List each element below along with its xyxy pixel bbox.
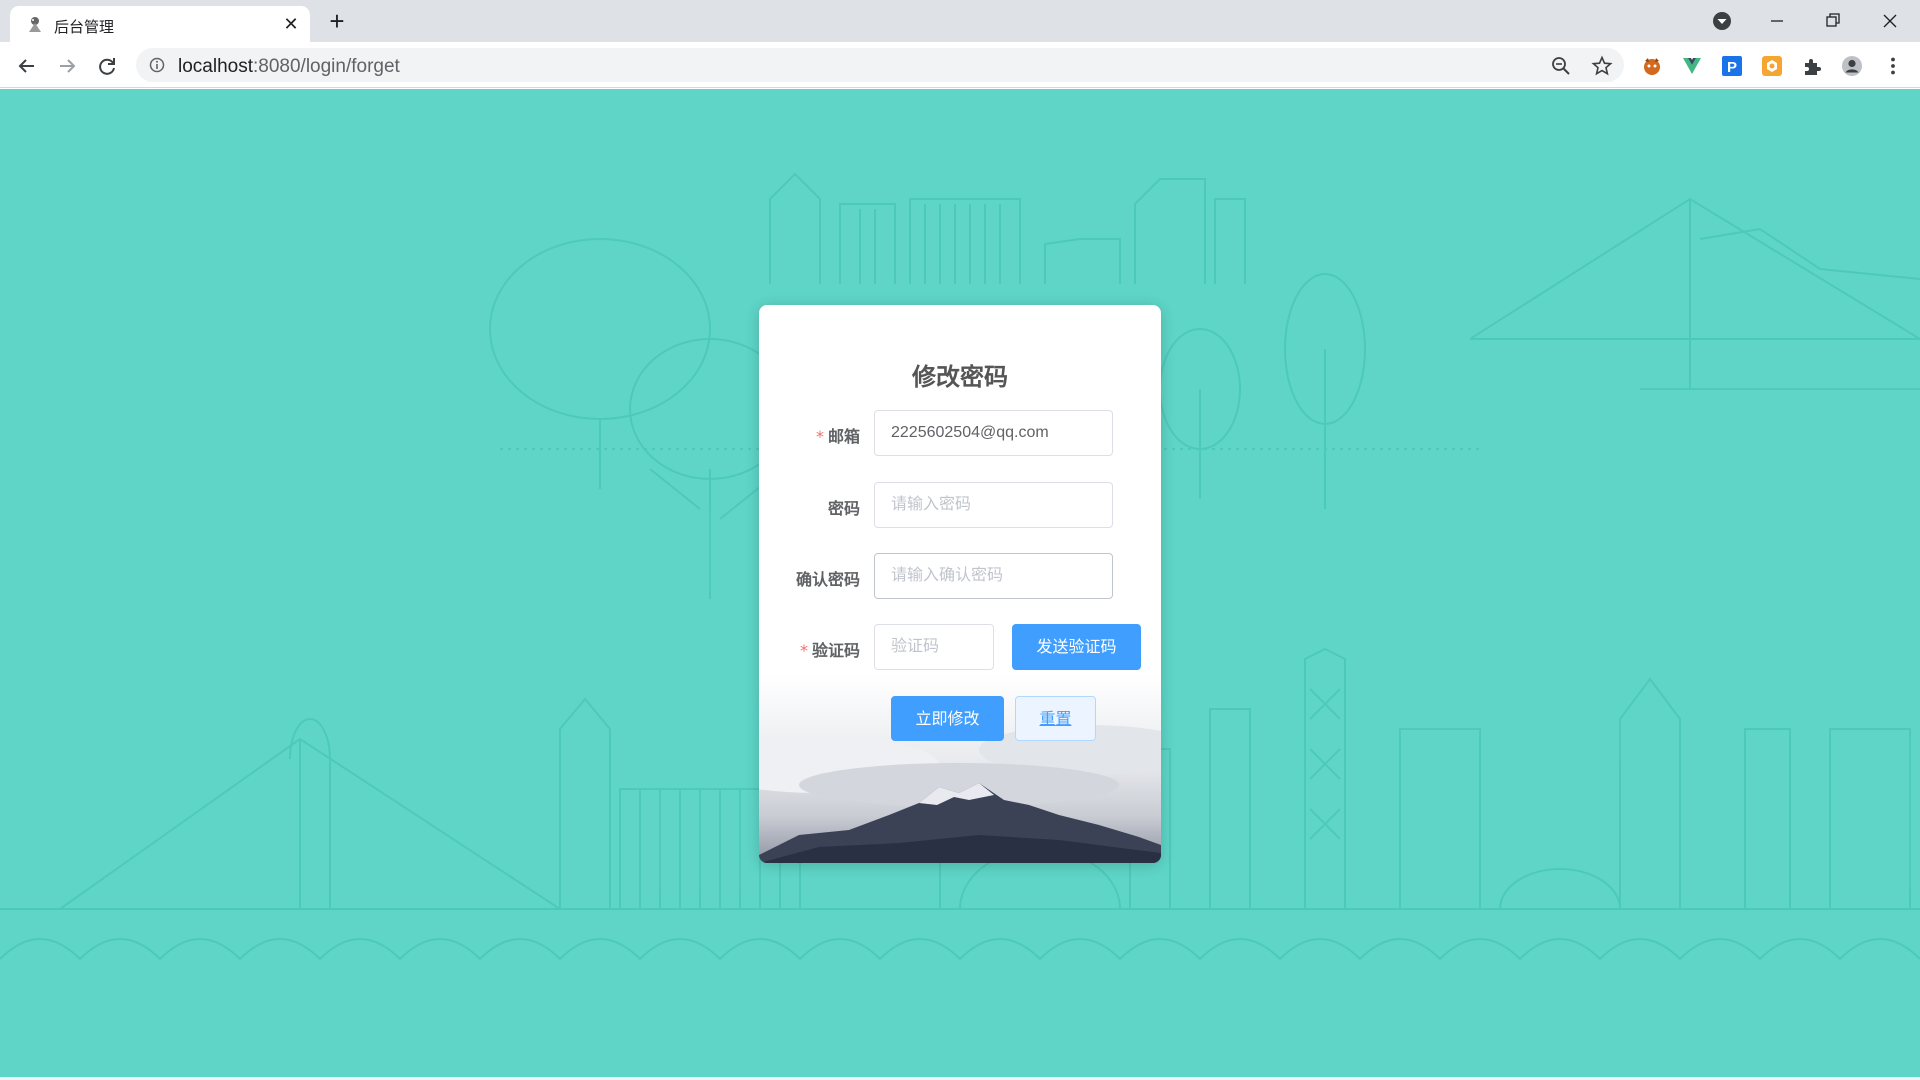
- back-icon[interactable]: [12, 51, 42, 81]
- required-asterisk: *: [799, 641, 808, 660]
- info-icon[interactable]: [149, 57, 165, 73]
- password-field[interactable]: [874, 482, 1113, 528]
- restore-icon[interactable]: [1818, 6, 1848, 36]
- confirm-password-field[interactable]: [874, 553, 1113, 599]
- extension-orange-icon[interactable]: [1761, 55, 1783, 77]
- confirm-password-label: 确认密码: [795, 570, 860, 589]
- extension-p-icon[interactable]: P: [1721, 55, 1743, 77]
- email-field[interactable]: [874, 410, 1113, 456]
- reload-icon[interactable]: [92, 51, 122, 81]
- password-label: 密码: [827, 499, 860, 518]
- forward-icon[interactable]: [52, 51, 82, 81]
- page-background: 修改密码 *邮箱 密码 确认密码 *验证码 发送验证码 立即修改 重置: [0, 89, 1920, 1080]
- code-label-text: 验证码: [811, 641, 860, 660]
- svg-text:P: P: [1727, 59, 1737, 76]
- profile-avatar-icon[interactable]: [1841, 55, 1863, 77]
- required-asterisk: *: [815, 427, 824, 446]
- favicon-icon: [29, 17, 41, 32]
- address-bar[interactable]: localhost:8080/login/forget: [136, 48, 1624, 82]
- zoom-icon[interactable]: [1550, 55, 1572, 77]
- submit-button[interactable]: 立即修改: [891, 696, 1004, 741]
- browser-toolbar: localhost:8080/login/forget P: [0, 42, 1920, 88]
- browser-tabstrip: 后台管理 ✕ +: [0, 0, 1920, 42]
- url-host: localhost: [178, 56, 253, 77]
- menu-kebab-icon[interactable]: [1882, 55, 1904, 77]
- email-label-text: 邮箱: [827, 427, 860, 446]
- profile-dropdown-icon[interactable]: [1707, 6, 1737, 36]
- page-title: 修改密码: [912, 363, 1008, 391]
- extension-vue-icon[interactable]: [1681, 55, 1703, 77]
- verification-code-field[interactable]: [874, 624, 994, 670]
- reset-button[interactable]: 重置: [1015, 696, 1096, 741]
- forget-password-card: 修改密码 *邮箱 密码 确认密码 *验证码 发送验证码 立即修改 重置: [759, 305, 1161, 863]
- close-icon[interactable]: ✕: [280, 13, 302, 35]
- extension-fox-icon[interactable]: [1641, 55, 1663, 77]
- minimize-icon[interactable]: [1762, 6, 1792, 36]
- email-label: * 邮箱: [816, 423, 860, 447]
- url-text[interactable]: localhost:8080/login/forget: [178, 56, 400, 78]
- send-code-button[interactable]: 发送验证码: [1012, 624, 1141, 670]
- plus-icon[interactable]: +: [323, 8, 351, 36]
- window-close-icon[interactable]: [1875, 6, 1905, 36]
- code-label: * 验证码: [800, 637, 860, 661]
- star-icon[interactable]: [1591, 55, 1613, 77]
- tab-title: 后台管理: [54, 18, 115, 36]
- url-path: :8080/login/forget: [253, 56, 400, 77]
- extensions-puzzle-icon[interactable]: [1801, 55, 1823, 77]
- browser-tab[interactable]: 后台管理 ✕: [10, 6, 310, 42]
